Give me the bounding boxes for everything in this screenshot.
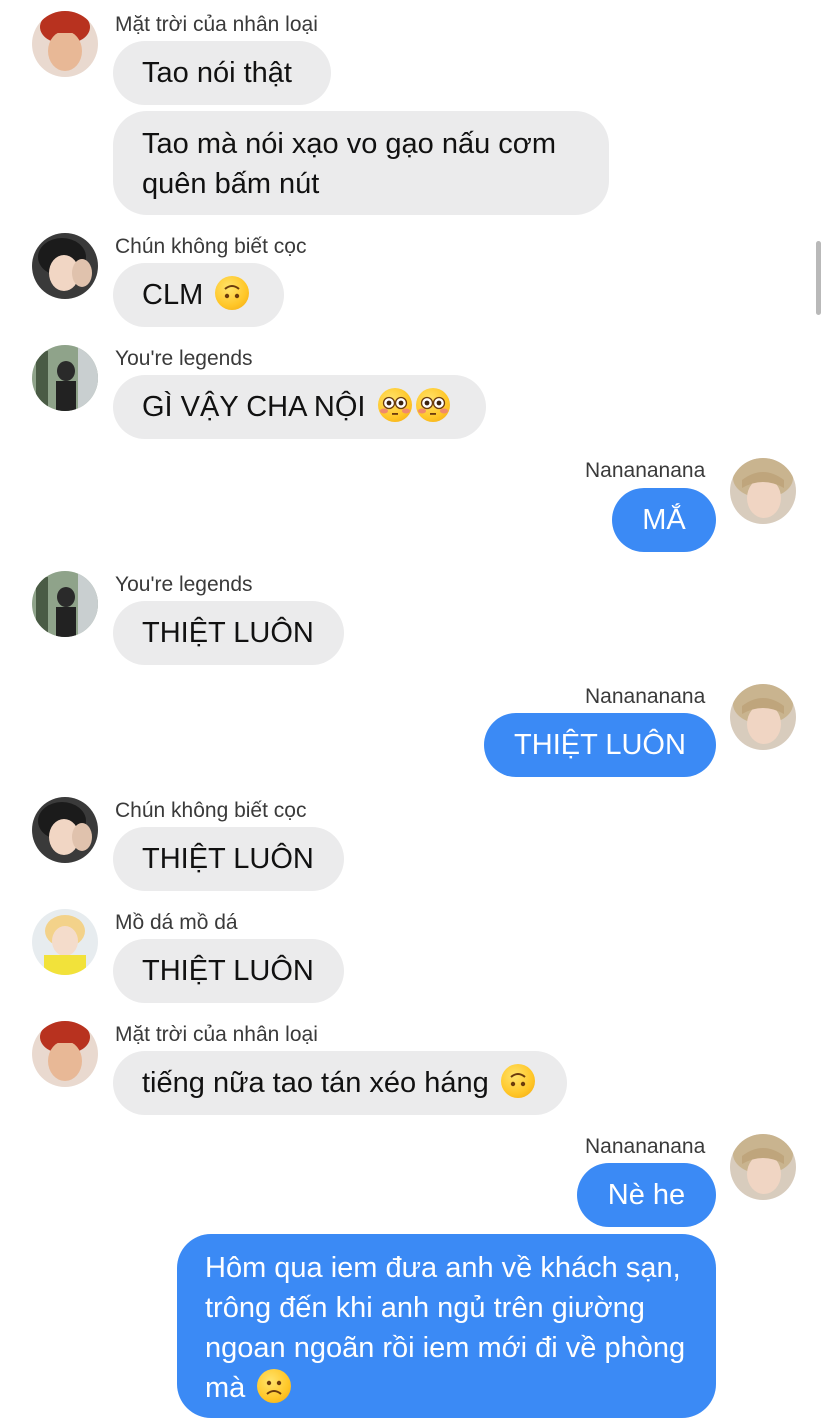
message-bubble[interactable]: Tao mà nói xạo vo gạo nấu cơm quên bấm n…	[113, 111, 609, 215]
message-bubble[interactable]: MẮ	[612, 488, 716, 552]
sender-name: Mặt trời của nhân loại	[115, 13, 318, 36]
avatar-chun[interactable]	[32, 233, 98, 299]
upside-down-face-icon	[500, 1064, 535, 1098]
message-bubble[interactable]: THIỆT LUÔN	[113, 827, 344, 891]
sender-name: Nanananana	[585, 459, 706, 482]
avatar-chun[interactable]	[32, 797, 98, 863]
avatar-nanananana[interactable]	[730, 1134, 796, 1200]
sender-name: Mặt trời của nhân loại	[115, 1023, 318, 1046]
upside-down-face-icon	[215, 276, 250, 310]
sender-name: You're legends	[115, 573, 253, 596]
message-bubble[interactable]: THIỆT LUÔN	[113, 601, 344, 665]
avatar-mat-troi[interactable]	[32, 1021, 98, 1087]
sender-name: You're legends	[115, 347, 253, 370]
avatar-mat-troi[interactable]	[32, 11, 98, 77]
sender-name: Chún không biết cọc	[115, 235, 307, 258]
avatar-nanananana[interactable]	[730, 684, 796, 750]
avatar-mo-da[interactable]	[32, 909, 98, 975]
message-bubble[interactable]: THIỆT LUÔN	[113, 939, 344, 1003]
avatar-legends[interactable]	[32, 571, 98, 637]
message-text: tiếng nữa tao tán xéo háng	[142, 1067, 489, 1099]
message-bubble[interactable]: tiếng nữa tao tán xéo háng	[113, 1051, 567, 1115]
avatar-nanananana[interactable]	[730, 458, 796, 524]
sender-name: Chún không biết cọc	[115, 799, 307, 822]
message-bubble[interactable]: Tao nói thật	[113, 41, 331, 105]
message-bubble[interactable]: Hôm qua iem đưa anh về khách sạn, trông …	[177, 1234, 716, 1418]
sender-name: Mồ dá mồ dá	[115, 911, 238, 934]
message-bubble[interactable]: THIỆT LUÔN	[484, 713, 716, 777]
message-bubble[interactable]: CLM	[113, 263, 284, 327]
sender-name: Nanananana	[585, 1135, 706, 1158]
flushed-face-icon	[377, 388, 412, 422]
message-bubble[interactable]: GÌ VẬY CHA NỘI	[113, 375, 486, 439]
scrollbar[interactable]	[816, 241, 821, 315]
avatar-legends[interactable]	[32, 345, 98, 411]
message-bubble[interactable]: Nè he	[577, 1163, 716, 1227]
frowning-face-icon	[257, 1369, 292, 1403]
flushed-face-icon	[415, 388, 450, 422]
message-text: GÌ VẬY CHA NỘI	[142, 391, 366, 423]
message-text: CLM	[142, 279, 204, 311]
sender-name: Nanananana	[585, 685, 706, 708]
